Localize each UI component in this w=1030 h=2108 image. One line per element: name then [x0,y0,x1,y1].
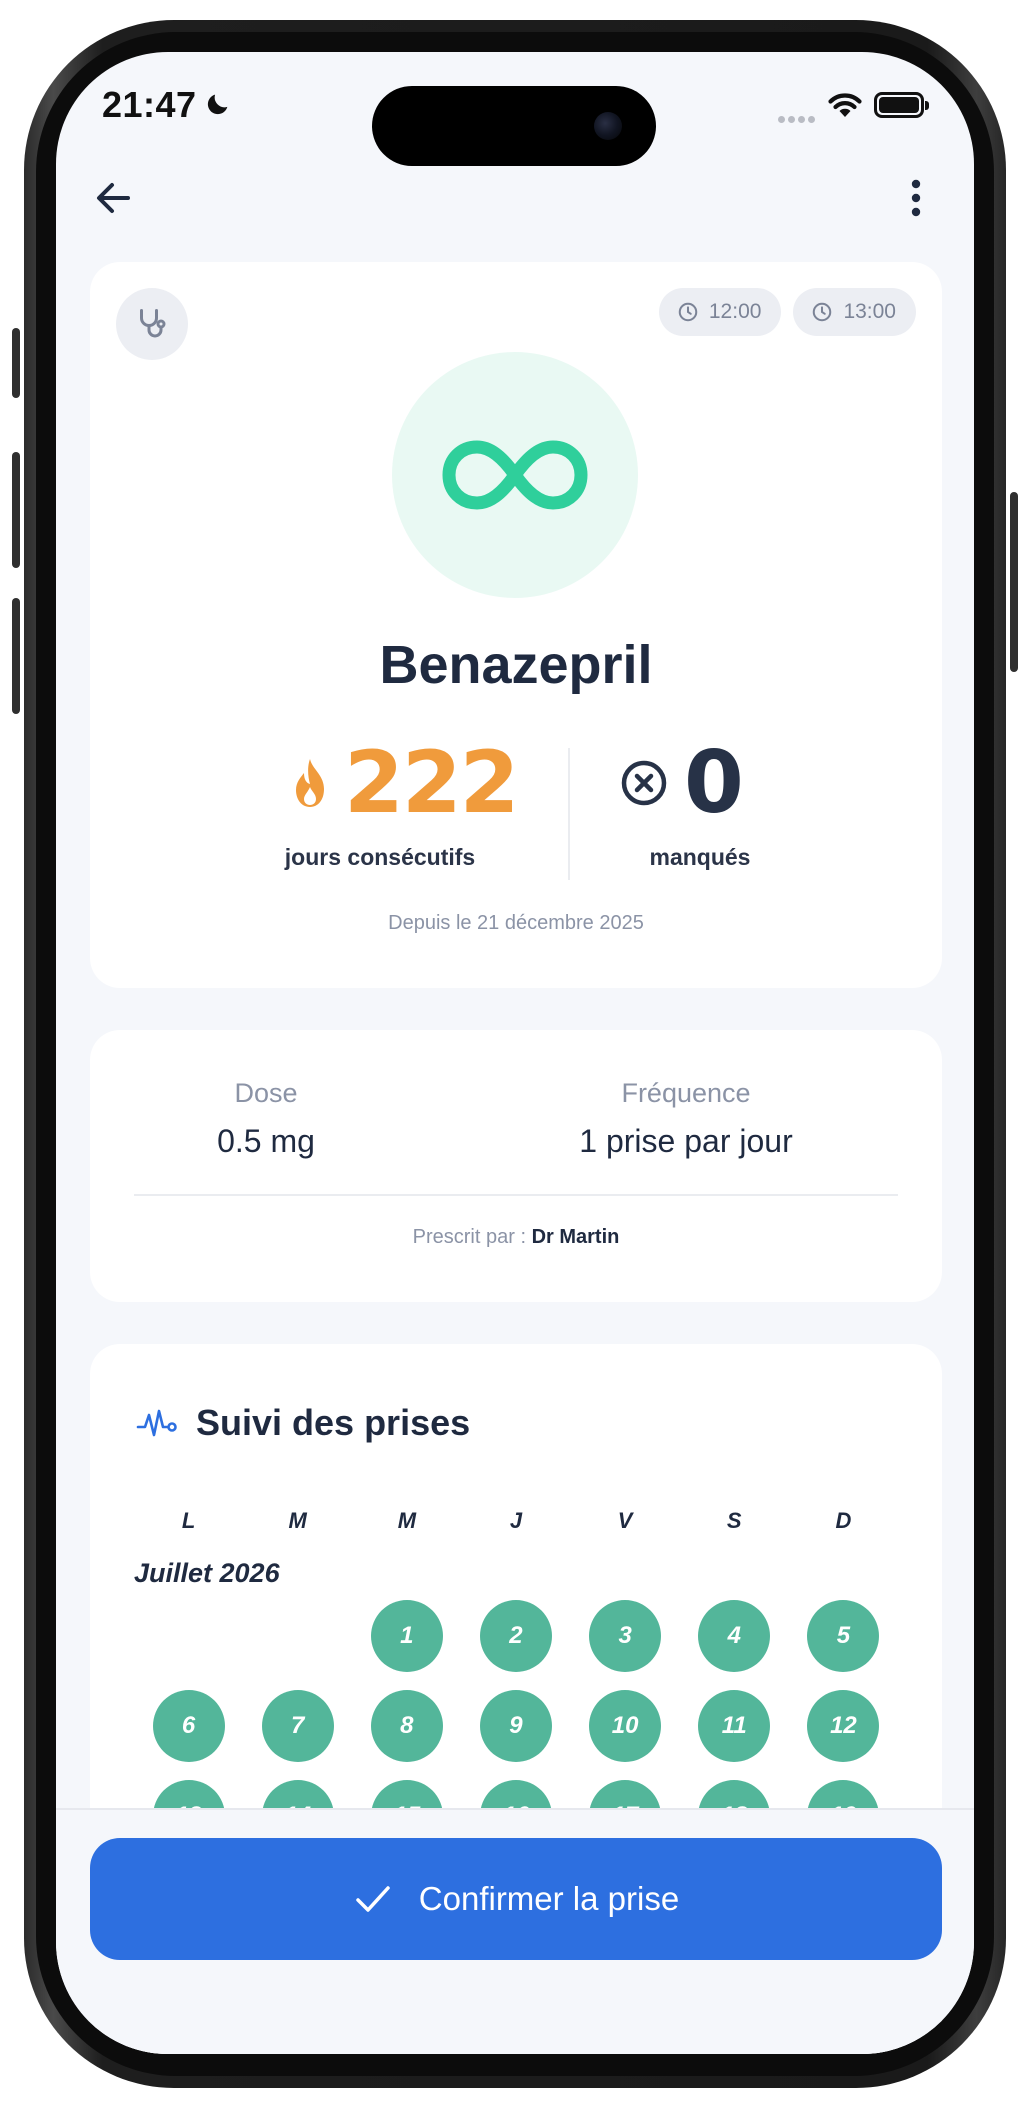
time-chip[interactable]: 12:00 [658,288,782,336]
doctor-button[interactable] [116,288,188,360]
medication-name: Benazepril [379,635,653,695]
clock-icon [678,302,698,322]
infinity-icon [442,440,588,510]
calendar-day-taken[interactable]: 6 [152,1690,225,1762]
confirm-intake-button[interactable]: Confirmer la prise [90,1838,942,1960]
calendar-day-taken[interactable]: 11 [698,1690,771,1762]
front-camera [594,112,622,140]
weekday-label: D [835,1508,852,1533]
app-screen: 21:47 12:00 13:00 Benazepril 222 jours c… [56,52,974,2054]
calendar-day-taken[interactable]: 1 [370,1600,443,1672]
weekday-header: LMMJVSD [134,1508,898,1534]
moon-icon [207,94,228,115]
weekday-label: S [726,1508,742,1533]
missed-label: manqués [649,844,751,870]
clock-icon [813,302,832,322]
calendar-empty-cell [153,1600,225,1672]
calendar-day-taken[interactable]: 2 [479,1600,552,1672]
confirm-label: Confirmer la prise [418,1880,680,1917]
frequency-value: 1 prise par jour [579,1123,793,1159]
calendar-day-taken[interactable]: 4 [698,1600,771,1672]
prescribed-label: Prescrit par : [412,1226,526,1248]
frequency-label: Fréquence [621,1078,751,1108]
since-date: Depuis le 21 décembre 2025 [388,912,644,934]
weekday-label: M [397,1508,417,1533]
time-chip[interactable]: 13:00 [793,288,916,336]
schedule-times: 12:00 13:00 [658,288,916,336]
calendar-empty-cell [262,1600,334,1672]
streak-stat: 222 [290,733,520,833]
missed-count: 0 [684,733,744,833]
calendar-day-taken[interactable]: 7 [261,1690,334,1762]
calendar-day-taken[interactable]: 3 [589,1600,662,1672]
stat-divider [568,748,570,880]
side-button-volume-down [12,598,20,714]
weekday-label: L [181,1508,196,1533]
side-button-volume-up [12,452,20,568]
calendar-day-taken[interactable]: 10 [589,1690,662,1762]
stethoscope-icon [140,309,166,338]
frequency-column: Fréquence 1 prise par jour [536,1078,836,1160]
dynamic-island [372,86,656,166]
activity-icon [136,1409,177,1437]
status-time: 21:47 [102,84,197,125]
time-chip-label: 13:00 [843,300,896,323]
dose-label: Dose [234,1078,298,1108]
calendar-day-taken[interactable]: 9 [479,1690,552,1762]
tracking-title: Suivi des prises [196,1402,471,1443]
medication-summary-card: 12:00 13:00 Benazepril 222 jours consécu… [90,262,942,988]
weekday-label: M [288,1508,307,1533]
weekday-label: J [509,1508,523,1533]
side-button-action [12,328,20,398]
back-arrow-icon[interactable] [88,172,140,224]
more-vertical-icon[interactable] [890,172,942,224]
medication-icon-circle [392,352,638,598]
prescriber-name: Dr Martin [531,1226,620,1248]
battery-icon [874,92,929,118]
month-label: Juillet 2026 [134,1558,280,1588]
streak-count: 222 [344,733,520,833]
dose-column: Dose 0.5 mg [186,1078,346,1160]
prescribed-by: Prescrit par : Dr Martin [90,1226,942,1249]
flame-icon [296,759,324,807]
missed-stat: 0 [620,740,744,826]
time-chip-label: 12:00 [708,300,762,323]
dose-card: Dose 0.5 mg Fréquence 1 prise par jour P… [90,1030,942,1302]
check-icon [356,1886,390,1912]
calendar-day-taken[interactable]: 12 [807,1690,880,1762]
streak-label: jours consécutifs [284,844,476,870]
calendar-day-taken[interactable]: 8 [370,1690,443,1762]
wifi-icon [828,93,862,117]
dose-value: 0.5 mg [217,1123,315,1159]
cellular-signal-icon [778,110,818,128]
weekday-label: V [617,1508,633,1533]
dose-divider [134,1194,898,1196]
calendar-day-taken[interactable]: 5 [807,1600,880,1672]
x-circle-icon [621,760,667,806]
tracking-header: Suivi des prises [136,1402,470,1444]
side-button-power [1010,492,1018,672]
